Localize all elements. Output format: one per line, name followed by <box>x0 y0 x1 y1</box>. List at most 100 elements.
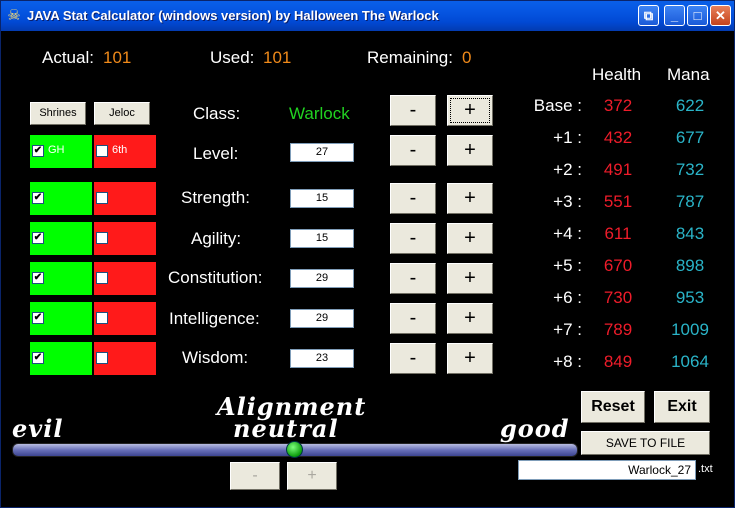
mana-value: 1009 <box>671 320 709 339</box>
file-extension: .txt <box>698 463 713 475</box>
maximize-button[interactable]: □ <box>687 5 708 26</box>
intelligence-plus-button[interactable]: + <box>447 303 493 334</box>
bonus-row-label: +1 : <box>553 128 582 147</box>
wisdom-bonus-cell: ✔ <box>30 342 92 375</box>
wisdom-bonus-checkbox[interactable]: ✔ <box>32 352 44 364</box>
app-window: ☠ JAVA Stat Calculator (windows version)… <box>0 0 735 508</box>
level-plus-button[interactable]: + <box>447 135 493 166</box>
health-value: 730 <box>603 288 633 307</box>
agility-field[interactable]: 15 <box>290 229 354 248</box>
class-value: Warlock <box>289 104 350 123</box>
mana-value: 1064 <box>671 352 709 371</box>
alignment-good-label: good <box>500 414 570 443</box>
alignment-minus-button[interactable]: - <box>230 462 280 490</box>
level-minus-button[interactable]: - <box>390 135 436 166</box>
constitution-field[interactable]: 29 <box>290 269 354 288</box>
intelligence-bonus-checkbox[interactable]: ✔ <box>32 312 44 324</box>
alignment-current: neutral <box>233 414 339 443</box>
shrines-button[interactable]: Shrines <box>30 102 86 125</box>
mana-header: Mana <box>667 65 710 84</box>
agility-extra-checkbox[interactable] <box>96 232 108 244</box>
mana-value: 677 <box>675 128 705 147</box>
constitution-label: Constitution: <box>168 268 263 287</box>
strength-extra-checkbox[interactable] <box>96 192 108 204</box>
constitution-plus-button[interactable]: + <box>447 263 493 294</box>
wisdom-extra-checkbox[interactable] <box>96 352 108 364</box>
wisdom-plus-button[interactable]: + <box>447 343 493 374</box>
intelligence-label: Intelligence: <box>169 309 260 328</box>
bonus-row-label: +2 : <box>553 160 582 179</box>
jeloc-button[interactable]: Jeloc <box>94 102 150 125</box>
strength-minus-button[interactable]: - <box>390 183 436 214</box>
restore-button[interactable]: ⧉ <box>638 5 659 26</box>
constitution-bonus-cell: ✔ <box>30 262 92 295</box>
health-value: 432 <box>603 128 633 147</box>
filename-input[interactable]: Warlock_27 <box>518 460 696 480</box>
constitution-extra-cell <box>94 262 156 295</box>
level-label: Level: <box>193 144 239 163</box>
close-button[interactable]: ✕ <box>710 5 731 26</box>
window-title: JAVA Stat Calculator (windows version) b… <box>27 8 439 23</box>
bonus-row-label: +7 : <box>553 320 582 339</box>
mana-value: 843 <box>675 224 705 243</box>
health-value: 611 <box>604 224 632 243</box>
constitution-extra-checkbox[interactable] <box>96 272 108 284</box>
remaining-label: Remaining: <box>367 48 453 67</box>
intelligence-field[interactable]: 29 <box>290 309 354 328</box>
gh-label: GH <box>48 144 65 156</box>
mana-value: 898 <box>675 256 705 275</box>
class-minus-button[interactable]: - <box>390 95 436 126</box>
bonus-row-label: +5 : <box>553 256 582 275</box>
wisdom-extra-cell <box>94 342 156 375</box>
alignment-evil-label: evil <box>12 414 64 443</box>
bonus-row-label: +8 : <box>553 352 582 371</box>
mana-value: 622 <box>675 96 705 115</box>
remaining-value: 0 <box>462 48 472 67</box>
level-field[interactable]: 27 <box>290 143 354 162</box>
wisdom-label: Wisdom: <box>182 348 249 367</box>
wisdom-minus-button[interactable]: - <box>390 343 436 374</box>
mana-value: 787 <box>675 192 705 211</box>
sixth-checkbox-cell: 6th <box>94 135 156 168</box>
reset-button[interactable]: Reset <box>581 391 645 423</box>
agility-minus-button[interactable]: - <box>390 223 436 254</box>
title-bar: ☠ JAVA Stat Calculator (windows version)… <box>1 1 734 31</box>
strength-bonus-checkbox[interactable]: ✔ <box>32 192 44 204</box>
health-value: 670 <box>603 256 633 275</box>
class-plus-button[interactable]: + <box>447 95 493 126</box>
agility-bonus-cell: ✔ <box>30 222 92 255</box>
health-value: 849 <box>603 352 633 371</box>
agility-extra-cell <box>94 222 156 255</box>
sixth-checkbox[interactable] <box>96 145 108 157</box>
sixth-label: 6th <box>112 144 128 156</box>
alignment-slider-knob[interactable] <box>286 441 303 458</box>
skull-icon: ☠ <box>7 7 21 24</box>
intelligence-minus-button[interactable]: - <box>390 303 436 334</box>
exit-button[interactable]: Exit <box>654 391 710 423</box>
strength-plus-button[interactable]: + <box>447 183 493 214</box>
health-value: 789 <box>603 320 633 339</box>
agility-label: Agility: <box>191 229 242 248</box>
strength-field[interactable]: 15 <box>290 189 354 208</box>
strength-label: Strength: <box>181 188 250 207</box>
strength-extra-cell <box>94 182 156 215</box>
intelligence-extra-checkbox[interactable] <box>96 312 108 324</box>
constitution-bonus-checkbox[interactable]: ✔ <box>32 272 44 284</box>
alignment-plus-button[interactable]: + <box>287 462 337 490</box>
save-to-file-button[interactable]: SAVE TO FILE <box>581 431 710 455</box>
mana-value: 953 <box>675 288 705 307</box>
wisdom-field[interactable]: 23 <box>290 349 354 368</box>
main-panel: Actual: 101 Used: 101 Remaining: 0 Healt… <box>4 31 731 505</box>
gh-checkbox[interactable]: ✔ <box>32 145 44 157</box>
agility-bonus-checkbox[interactable]: ✔ <box>32 232 44 244</box>
strength-bonus-cell: ✔ <box>30 182 92 215</box>
health-value: 551 <box>603 192 633 211</box>
bonus-row-label: +4 : <box>553 224 582 243</box>
minimize-button[interactable]: _ <box>664 5 685 26</box>
constitution-minus-button[interactable]: - <box>390 263 436 294</box>
actual-value: 101 <box>103 48 132 67</box>
actual-label: Actual: <box>42 48 94 67</box>
agility-plus-button[interactable]: + <box>447 223 493 254</box>
bonus-row-label: Base : <box>533 96 582 115</box>
health-header: Health <box>592 65 642 84</box>
